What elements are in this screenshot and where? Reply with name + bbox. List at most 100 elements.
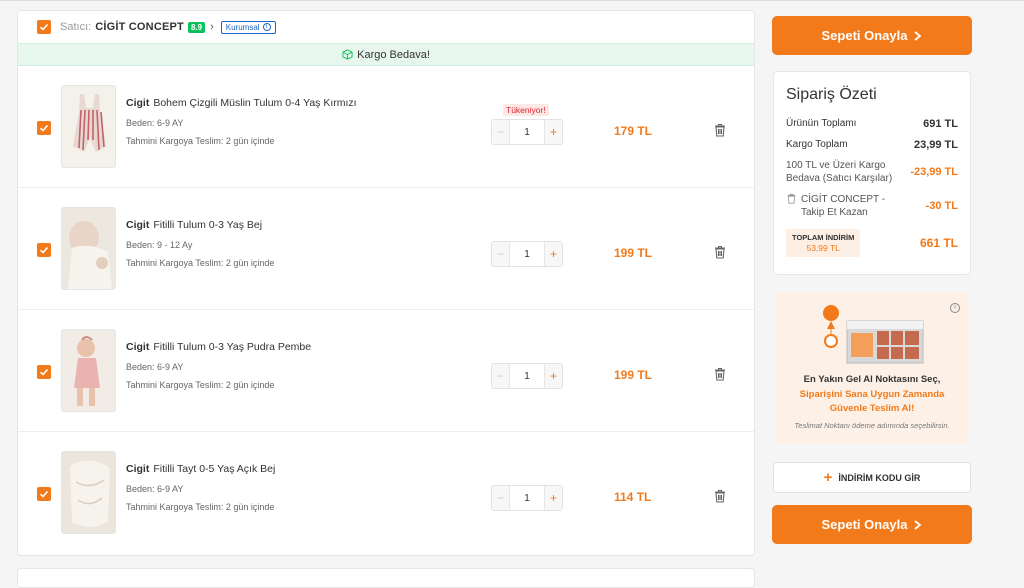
box-icon (342, 49, 353, 60)
beige-leggings-image (62, 452, 115, 533)
product-size: Beden: 9 - 12 Ay (126, 240, 193, 250)
quantity-stepper: − 1 + (491, 363, 563, 389)
summary-products-row: Ürünün Toplamı 691 TL (786, 118, 958, 130)
quantity-stepper: − 1 + (491, 241, 563, 267)
product-name: Bohem Çizgili Müslin Tulum 0-4 Yaş Kırmı… (153, 97, 357, 109)
item-checkbox[interactable] (37, 121, 51, 135)
product-title[interactable]: Cigit Fitilli Tulum 0-3 Yaş Bej (126, 219, 274, 231)
total-discount-value: 53,99 TL (806, 243, 840, 253)
confirm-cart-button-bottom[interactable]: Sepeti Onayla (772, 505, 972, 544)
product-title[interactable]: Cigit Bohem Çizgili Müslin Tulum 0-4 Yaş … (126, 97, 357, 109)
item-price: 114 TL (614, 490, 652, 504)
seller-label: Satıcı: (60, 21, 92, 33)
quantity-value[interactable]: 1 (510, 120, 544, 144)
quantity-increase-button[interactable]: + (544, 486, 562, 510)
promo-highlight: Siparişini Sana Uygun Zamanda Güvenle Te… (775, 388, 969, 416)
seller-name-link[interactable]: CİGİT CONCEPT (95, 21, 184, 33)
product-brand: Cigit (126, 219, 150, 231)
shipping-total-label: Kargo Toplam (786, 139, 848, 150)
product-image[interactable] (61, 329, 116, 412)
product-info: Cigit Fitilli Tulum 0-3 Yaş Bej Beden: 9 … (126, 219, 274, 268)
summary-total-row: TOPLAM İNDİRİM 53,99 TL 661 TL (786, 229, 958, 257)
products-total-label: Ürünün Toplamı (786, 118, 857, 129)
seller-discount-value: -30 TL (925, 200, 958, 212)
cart-item: Cigit Fitilli Tulum 0-3 Yaş Bej Beden: 9 … (18, 188, 754, 310)
item-price: 199 TL (614, 368, 653, 382)
check-icon (39, 124, 49, 132)
quantity-increase-button[interactable]: + (544, 364, 562, 388)
striped-romper-image (62, 86, 115, 167)
products-total-value: 691 TL (923, 118, 958, 130)
corporate-badge[interactable]: Kurumsal i (220, 20, 276, 34)
free-shipping-banner: Kargo Bedava! (18, 43, 754, 66)
quantity-decrease-button[interactable]: − (492, 120, 510, 144)
pickup-point-promo[interactable]: i En Yakın Gel Al Noktasını Seç, Sipariş… (775, 293, 969, 443)
cart-item: Cigit Fitilli Tulum 0-3 Yaş Pudra Pembe B… (18, 310, 754, 432)
product-name: Fitilli Tulum 0-3 Yaş Pudra Pembe (153, 341, 312, 353)
trash-icon[interactable] (713, 245, 727, 259)
confirm-cart-label: Sepeti Onayla (821, 28, 908, 43)
item-checkbox[interactable] (37, 243, 51, 257)
info-icon: i (262, 23, 271, 31)
discount-code-button[interactable]: + İNDİRİM KODU GİR (773, 462, 971, 493)
chevron-right-icon (914, 519, 922, 530)
total-discount-label: TOPLAM İNDİRİM (792, 233, 855, 242)
seller-header: Satıcı: CİGİT CONCEPT 8.9 › Kurumsal i (18, 11, 754, 43)
delivery-estimate: Tahmini Kargoya Teslim: 2 gün içinde (126, 380, 275, 390)
seller-discount-label: CİGİT CONCEPT - Takip Et Kazan (801, 194, 886, 218)
quantity-increase-button[interactable]: + (544, 242, 562, 266)
grand-total-value: 661 TL (919, 236, 958, 250)
product-image[interactable] (61, 85, 116, 168)
chevron-right-icon[interactable]: › (210, 21, 214, 33)
product-title[interactable]: Cigit Fitilli Tayt 0-5 Yaş Açık Bej (126, 463, 275, 475)
seller-discount: CİGİT CONCEPT - Takip Et Kazan (786, 193, 893, 219)
quantity-decrease-button[interactable]: − (492, 364, 510, 388)
item-price: 199 TL (614, 246, 653, 260)
quantity-value[interactable]: 1 (510, 364, 544, 388)
quantity-decrease-button[interactable]: − (492, 486, 510, 510)
plus-icon: + (823, 469, 833, 486)
discount-code-label: İNDİRİM KODU GİR (838, 472, 921, 483)
cart-item: Cigit Bohem Çizgili Müslin Tulum 0-4 Yaş … (18, 66, 754, 188)
product-brand: Cigit (126, 341, 150, 353)
summary-seller-discount-row: CİGİT CONCEPT - Takip Et Kazan -30 TL (786, 193, 958, 219)
check-icon (39, 23, 49, 31)
corporate-label: Kurumsal (225, 22, 260, 32)
info-icon[interactable]: i (950, 303, 960, 313)
promo-highlight-text: Siparişini Sana Uygun Zamanda Güvenle Te… (799, 389, 945, 414)
chevron-right-icon (914, 30, 922, 41)
quantity-stepper: − 1 + (491, 119, 563, 145)
quantity-decrease-button[interactable]: − (492, 242, 510, 266)
confirm-cart-label: Sepeti Onayla (821, 517, 908, 532)
total-discount-box: TOPLAM İNDİRİM 53,99 TL (786, 229, 861, 257)
product-info: Cigit Fitilli Tayt 0-5 Yaş Açık Bej Beden… (126, 463, 275, 512)
trash-icon[interactable] (786, 193, 797, 204)
quantity-value[interactable]: 1 (510, 486, 544, 510)
seller-checkbox[interactable] (37, 20, 51, 34)
summary-free-shipping-row: 100 TL ve Üzeri Kargo Bedava (Satıcı Kar… (786, 159, 958, 185)
item-checkbox[interactable] (37, 365, 51, 379)
pink-romper-image (62, 330, 115, 411)
product-size: Beden: 6-9 AY (126, 362, 184, 372)
seller-rating-badge: 8.9 (187, 21, 206, 33)
free-shipping-value: -23,99 TL (910, 166, 958, 178)
delivery-estimate: Tahmini Kargoya Teslim: 2 gün içinde (126, 502, 275, 512)
product-brand: Cigit (126, 463, 150, 475)
trash-icon[interactable] (713, 489, 727, 503)
confirm-cart-button[interactable]: Sepeti Onayla (772, 16, 972, 55)
item-price: 179 TL (614, 124, 653, 138)
order-summary: Sipariş Özeti Ürünün Toplamı 691 TL Karg… (773, 71, 971, 275)
quantity-value[interactable]: 1 (510, 242, 544, 266)
product-image[interactable] (61, 451, 116, 534)
product-size: Beden: 6-9 AY (126, 118, 184, 128)
delivery-estimate: Tahmini Kargoya Teslim: 2 gün içinde (126, 136, 275, 146)
next-seller-panel (17, 568, 755, 588)
delivery-estimate: Tahmini Kargoya Teslim: 2 gün içinde (126, 258, 275, 268)
top-divider (0, 0, 1024, 1)
item-checkbox[interactable] (37, 487, 51, 501)
product-title[interactable]: Cigit Fitilli Tulum 0-3 Yaş Pudra Pembe (126, 341, 311, 353)
trash-icon[interactable] (713, 367, 727, 381)
quantity-increase-button[interactable]: + (544, 120, 562, 144)
product-image[interactable] (61, 207, 116, 290)
trash-icon[interactable] (713, 123, 727, 137)
